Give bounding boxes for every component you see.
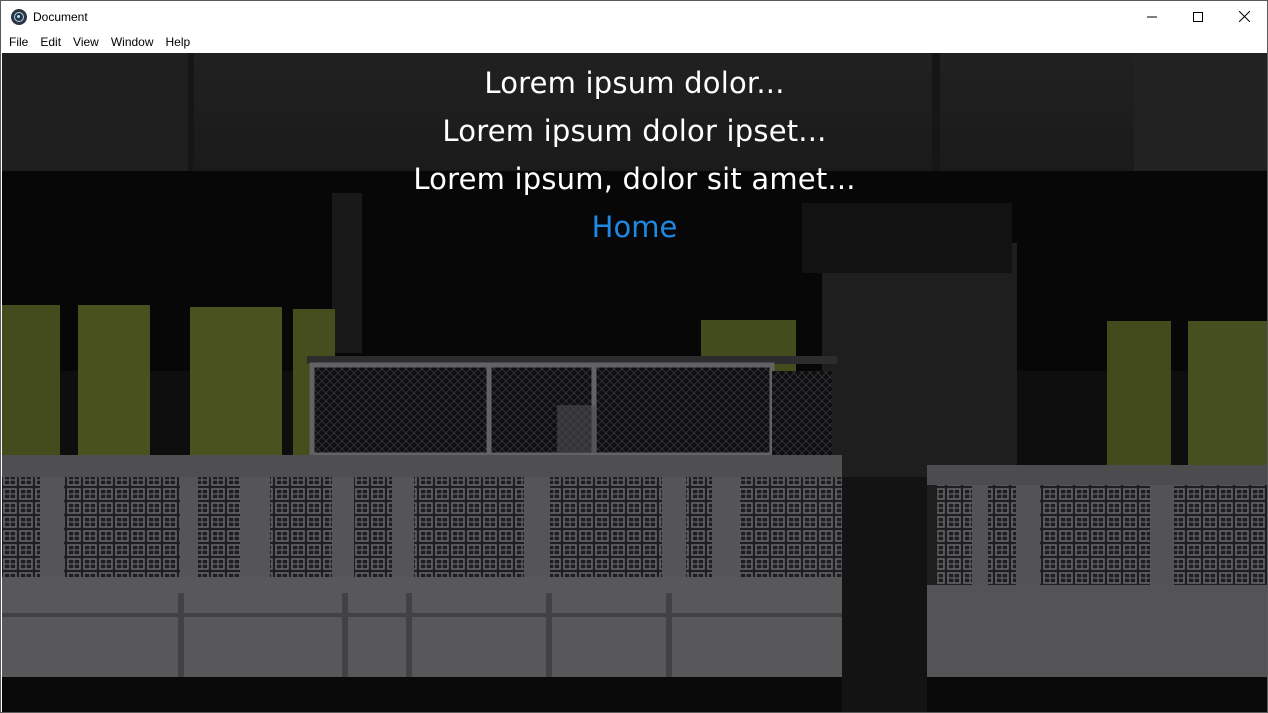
close-icon (1238, 11, 1250, 22)
maximize-button[interactable] (1175, 1, 1221, 32)
hero-text: Lorem ipsum dolor... Lorem ipsum dolor i… (2, 53, 1267, 251)
menu-file[interactable]: File (3, 32, 34, 52)
text-line-3: Lorem ipsum, dolor sit amet... (413, 162, 856, 196)
menu-view[interactable]: View (67, 32, 105, 52)
close-button[interactable] (1221, 1, 1267, 32)
menu-window[interactable]: Window (105, 32, 160, 52)
menu-help[interactable]: Help (160, 32, 197, 52)
maximize-icon (1193, 11, 1203, 22)
electron-app-icon (11, 8, 27, 25)
app-window: Document File Edit View Window Help Lore… (0, 0, 1268, 713)
title-bar[interactable]: Document (1, 1, 1267, 32)
menu-edit[interactable]: Edit (34, 32, 67, 52)
menu-bar: File Edit View Window Help (1, 32, 1267, 52)
page-content: Lorem ipsum dolor... Lorem ipsum dolor i… (2, 53, 1267, 712)
window-title: Document (33, 9, 88, 24)
home-link[interactable]: Home (592, 203, 678, 251)
window-controls (1129, 1, 1267, 32)
text-line-2: Lorem ipsum dolor ipset... (442, 114, 827, 148)
text-line-1: Lorem ipsum dolor... (484, 66, 785, 100)
minimize-icon (1147, 16, 1157, 17)
minimize-button[interactable] (1129, 1, 1175, 32)
